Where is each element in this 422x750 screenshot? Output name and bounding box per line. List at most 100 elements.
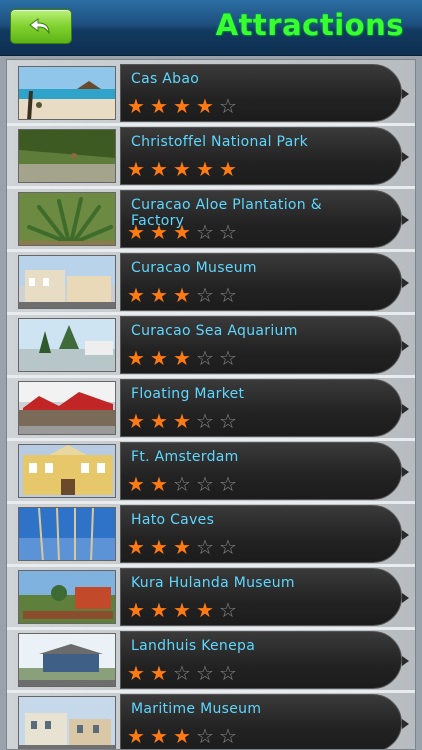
- list-item[interactable]: Kura Hulanda Museum ★ ★ ★ ★ ☆: [7, 567, 415, 630]
- star-filled-icon: ★: [127, 598, 145, 622]
- star-rating: ★ ★ ★ ☆ ☆: [127, 725, 242, 747]
- attraction-card[interactable]: Hato Caves ★ ★ ★ ☆ ☆: [120, 505, 409, 563]
- star-filled-icon: ★: [150, 157, 168, 181]
- attraction-thumbnail: [18, 318, 116, 372]
- attraction-card[interactable]: Landhuis Kenepa ★ ★ ☆ ☆ ☆: [120, 631, 409, 689]
- star-filled-icon: ★: [173, 409, 191, 433]
- star-empty-icon: ☆: [219, 220, 237, 244]
- star-filled-icon: ★: [173, 94, 191, 118]
- attraction-card[interactable]: Maritime Museum ★ ★ ★ ☆ ☆: [120, 694, 409, 749]
- star-filled-icon: ★: [173, 283, 191, 307]
- list-item[interactable]: Landhuis Kenepa ★ ★ ☆ ☆ ☆: [7, 630, 415, 693]
- attraction-card[interactable]: Curacao Museum ★ ★ ★ ☆ ☆: [120, 253, 409, 311]
- star-filled-icon: ★: [173, 157, 191, 181]
- list-item[interactable]: Cas Abao ★ ★ ★ ★ ☆: [7, 63, 415, 126]
- star-rating: ★ ★ ★ ★ ★: [127, 158, 242, 180]
- star-empty-icon: ☆: [219, 409, 237, 433]
- star-filled-icon: ★: [150, 535, 168, 559]
- star-filled-icon: ★: [127, 94, 145, 118]
- attraction-name: Curacao Museum: [131, 260, 257, 276]
- attraction-thumbnail: [18, 633, 116, 687]
- back-arrow-icon: [29, 18, 50, 35]
- star-filled-icon: ★: [127, 661, 145, 685]
- attraction-thumbnail: [18, 444, 116, 498]
- star-empty-icon: ☆: [196, 724, 214, 748]
- star-filled-icon: ★: [127, 157, 145, 181]
- star-empty-icon: ☆: [196, 661, 214, 685]
- attractions-list[interactable]: Cas Abao ★ ★ ★ ★ ☆ Christoffel National Park ★ ★…: [6, 59, 416, 750]
- star-filled-icon: ★: [150, 220, 168, 244]
- star-empty-icon: ☆: [196, 220, 214, 244]
- attraction-card[interactable]: Christoffel National Park ★ ★ ★ ★ ★: [120, 127, 409, 185]
- star-empty-icon: ☆: [196, 283, 214, 307]
- attraction-card[interactable]: Curacao Aloe Plantation & Factory ★ ★ ★ ☆ ☆: [120, 190, 409, 248]
- star-rating: ★ ★ ★ ☆ ☆: [127, 410, 242, 432]
- attraction-card[interactable]: Floating Market ★ ★ ★ ☆ ☆: [120, 379, 409, 437]
- back-button[interactable]: [10, 9, 72, 44]
- star-rating: ★ ★ ★ ☆ ☆: [127, 347, 242, 369]
- star-filled-icon: ★: [150, 472, 168, 496]
- star-filled-icon: ★: [173, 598, 191, 622]
- star-filled-icon: ★: [196, 598, 214, 622]
- list-item[interactable]: Curacao Museum ★ ★ ★ ☆ ☆: [7, 252, 415, 315]
- star-empty-icon: ☆: [219, 346, 237, 370]
- star-filled-icon: ★: [127, 346, 145, 370]
- disclosure-arrow-icon: [402, 278, 409, 288]
- disclosure-arrow-icon: [402, 89, 409, 99]
- list-item[interactable]: Curacao Aloe Plantation & Factory ★ ★ ★ ☆ ☆: [7, 189, 415, 252]
- list-item[interactable]: Maritime Museum ★ ★ ★ ☆ ☆: [7, 693, 415, 749]
- attraction-name: Hato Caves: [131, 512, 215, 528]
- attraction-card[interactable]: Curacao Sea Aquarium ★ ★ ★ ☆ ☆: [120, 316, 409, 374]
- attraction-name: Maritime Museum: [131, 701, 262, 717]
- disclosure-arrow-icon: [402, 215, 409, 225]
- star-filled-icon: ★: [219, 157, 237, 181]
- star-empty-icon: ☆: [173, 661, 191, 685]
- list-item[interactable]: Hato Caves ★ ★ ★ ☆ ☆: [7, 504, 415, 567]
- page-title: Attractions: [215, 8, 404, 42]
- top-bar: Attractions: [0, 0, 422, 56]
- star-empty-icon: ☆: [196, 535, 214, 559]
- star-empty-icon: ☆: [219, 661, 237, 685]
- star-filled-icon: ★: [127, 283, 145, 307]
- star-filled-icon: ★: [196, 94, 214, 118]
- attraction-card[interactable]: Kura Hulanda Museum ★ ★ ★ ★ ☆: [120, 568, 409, 626]
- attraction-thumbnail: [18, 66, 116, 120]
- disclosure-arrow-icon: [402, 719, 409, 729]
- star-filled-icon: ★: [150, 598, 168, 622]
- star-empty-icon: ☆: [196, 472, 214, 496]
- list-item[interactable]: Christoffel National Park ★ ★ ★ ★ ★: [7, 126, 415, 189]
- disclosure-arrow-icon: [402, 341, 409, 351]
- disclosure-arrow-icon: [402, 593, 409, 603]
- star-filled-icon: ★: [127, 409, 145, 433]
- list-item[interactable]: Ft. Amsterdam ★ ★ ☆ ☆ ☆: [7, 441, 415, 504]
- star-rating: ★ ★ ★ ☆ ☆: [127, 221, 242, 243]
- disclosure-arrow-icon: [402, 152, 409, 162]
- star-empty-icon: ☆: [196, 409, 214, 433]
- star-filled-icon: ★: [127, 220, 145, 244]
- attraction-name: Curacao Sea Aquarium: [131, 323, 298, 339]
- star-filled-icon: ★: [150, 94, 168, 118]
- attraction-name: Landhuis Kenepa: [131, 638, 256, 654]
- star-filled-icon: ★: [127, 535, 145, 559]
- star-filled-icon: ★: [196, 157, 214, 181]
- star-rating: ★ ★ ★ ★ ☆: [127, 95, 242, 117]
- list-item[interactable]: Curacao Sea Aquarium ★ ★ ★ ☆ ☆: [7, 315, 415, 378]
- disclosure-arrow-icon: [402, 530, 409, 540]
- star-empty-icon: ☆: [196, 346, 214, 370]
- star-empty-icon: ☆: [219, 724, 237, 748]
- attraction-thumbnail: [18, 507, 116, 561]
- star-filled-icon: ★: [127, 724, 145, 748]
- star-rating: ★ ★ ★ ★ ☆: [127, 599, 242, 621]
- star-rating: ★ ★ ★ ☆ ☆: [127, 536, 242, 558]
- attraction-card[interactable]: Cas Abao ★ ★ ★ ★ ☆: [120, 64, 409, 122]
- attraction-name: Christoffel National Park: [131, 134, 308, 150]
- star-empty-icon: ☆: [219, 472, 237, 496]
- list-item[interactable]: Floating Market ★ ★ ★ ☆ ☆: [7, 378, 415, 441]
- attraction-thumbnail: [18, 381, 116, 435]
- attraction-card[interactable]: Ft. Amsterdam ★ ★ ☆ ☆ ☆: [120, 442, 409, 500]
- star-rating: ★ ★ ★ ☆ ☆: [127, 284, 242, 306]
- star-rating: ★ ★ ☆ ☆ ☆: [127, 662, 242, 684]
- star-filled-icon: ★: [173, 535, 191, 559]
- star-filled-icon: ★: [173, 724, 191, 748]
- disclosure-arrow-icon: [402, 404, 409, 414]
